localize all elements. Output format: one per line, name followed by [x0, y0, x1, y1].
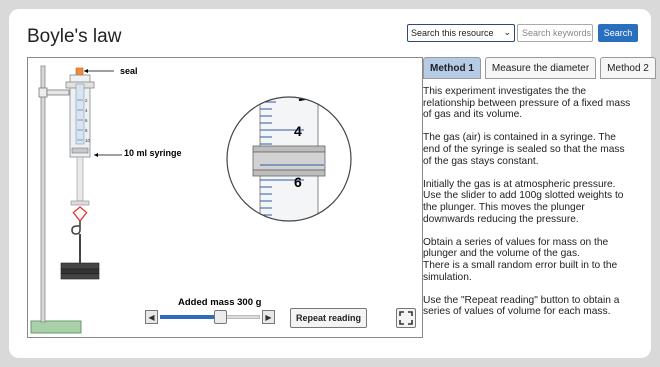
repeat-reading-button[interactable]: Repeat reading [290, 308, 367, 328]
description-paragraph: Obtain a series of values for mass on th… [423, 236, 618, 283]
chevron-down-icon: ⌄ [503, 27, 511, 37]
seal-label: seal [120, 66, 138, 76]
description-paragraph: This experiment investigates the the rel… [423, 86, 631, 121]
tab-method-2[interactable]: Method 2 [600, 57, 656, 79]
main-card: Boyle's law Search this resource ⌄ Searc… [9, 9, 656, 358]
plunger-seal [71, 147, 89, 154]
simulation-panel: 2 4 6 8 10 4 6 seal 10 ml syringe Added … [27, 57, 423, 338]
description-paragraph: Use the "Repeat reading" button to obtai… [423, 294, 620, 318]
slotted-mass [60, 268, 100, 275]
seal-arrowhead [84, 69, 88, 73]
slider-fill [160, 315, 220, 319]
slotted-mass [60, 262, 100, 270]
method-tabs: Method 1 Measure the diameter Method 2 [423, 57, 660, 79]
search-button[interactable]: Search [598, 24, 638, 42]
hanger-hook [71, 221, 81, 235]
slider-thumb[interactable] [214, 310, 227, 324]
fullscreen-button[interactable] [396, 308, 416, 328]
zoom-scale-label: 6 [294, 174, 302, 190]
search-scope-select[interactable]: Search this resource ⌄ [407, 24, 515, 42]
slotted-mass [60, 273, 100, 280]
description-paragraph: The gas (air) is contained in a syringe.… [423, 132, 625, 167]
zoom-scale-label: 4 [294, 123, 302, 139]
slider-increase-button[interactable]: ▶ [262, 310, 275, 324]
syringe-scale-label: 10 [85, 138, 91, 143]
page-title: Boyle's law [27, 26, 122, 47]
seal-cap [75, 67, 84, 76]
search-scope-value: Search this resource [411, 28, 494, 38]
simulation-canvas: 2 4 6 8 10 4 6 [30, 65, 352, 334]
red-hook [72, 206, 88, 223]
tab-method-1[interactable]: Method 1 [423, 57, 481, 79]
description-panel: This experiment investigates the the rel… [423, 86, 635, 329]
gas-column [75, 83, 85, 145]
stand-rod [40, 65, 46, 323]
syringe-label: 10 ml syringe [124, 148, 182, 158]
description-paragraph: Initially the gas is at atmospheric pres… [423, 178, 624, 225]
mass-slider[interactable]: ◀ ▶ [145, 310, 275, 326]
stand-base [30, 320, 82, 334]
fullscreen-icon [399, 311, 413, 325]
syringe-arrowhead [94, 153, 98, 157]
search-input[interactable] [517, 24, 593, 42]
clamp-boss [38, 87, 48, 98]
added-mass-label: Added mass 300 g [178, 297, 262, 308]
tab-measure-diameter[interactable]: Measure the diameter [484, 57, 597, 79]
plunger-thumb-rest [70, 200, 90, 206]
clamp-arm [46, 89, 70, 96]
plunger-rod [76, 156, 84, 202]
zoom-view [227, 97, 351, 221]
slider-decrease-button[interactable]: ◀ [145, 310, 158, 324]
